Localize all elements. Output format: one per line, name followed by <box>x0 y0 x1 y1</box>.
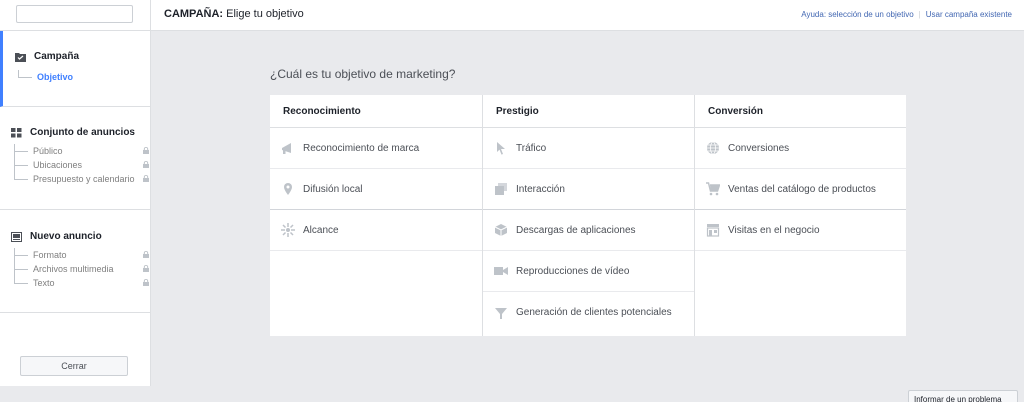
option-label: Interacción <box>516 183 565 195</box>
top-header: CAMPAÑA: Elige tu objetivo Ayuda: selecc… <box>151 0 1024 31</box>
sidebar-item-label: Formato <box>33 250 67 260</box>
option-label: Visitas en el negocio <box>728 224 820 236</box>
option-label: Reproducciones de vídeo <box>516 265 630 277</box>
column-header: Reconocimiento <box>270 95 482 128</box>
lock-icon <box>143 251 149 258</box>
use-existing-campaign-link[interactable]: Usar campaña existente <box>926 10 1012 19</box>
column-header: Conversión <box>695 95 906 128</box>
sidebar-item-texto[interactable]: Texto <box>14 276 149 290</box>
posts-icon <box>495 183 507 195</box>
option-alcance[interactable]: Alcance <box>270 210 482 251</box>
reach-icon <box>281 223 295 237</box>
report-problem-button[interactable]: Informar de un problema <box>908 390 1018 402</box>
option-label: Tráfico <box>516 142 547 154</box>
sidebar-ad-header[interactable]: Nuevo anuncio <box>11 231 150 242</box>
page-title: CAMPAÑA: Elige tu objetivo <box>164 8 304 20</box>
lock-icon <box>143 161 149 168</box>
page-title-bold: CAMPAÑA: <box>164 8 224 20</box>
option-reconocimiento-marca[interactable]: Reconocimiento de marca <box>270 128 482 169</box>
sidebar-item-label: Público <box>33 146 63 156</box>
header-links: Ayuda: selección de un objetivo | Usar cam… <box>801 10 1012 19</box>
funnel-icon <box>495 307 507 319</box>
option-reproducciones-video[interactable]: Reproducciones de vídeo <box>483 251 694 292</box>
sidebar-adset-header[interactable]: Conjunto de anuncios <box>11 127 150 138</box>
option-trafico[interactable]: Tráfico <box>483 128 694 169</box>
link-separator: | <box>918 10 921 19</box>
shopping-cart-icon <box>706 182 720 196</box>
sidebar-item-archivos[interactable]: Archivos multimedia <box>14 262 149 276</box>
sidebar-item-label: Presupuesto y calendario <box>33 174 135 184</box>
globe-icon <box>707 141 719 155</box>
sidebar-item-ubicaciones[interactable]: Ubicaciones <box>14 158 149 172</box>
column-header: Prestigio <box>483 95 694 128</box>
grid-icon <box>11 127 22 137</box>
store-icon <box>706 224 720 237</box>
close-button[interactable]: Cerrar <box>20 356 128 376</box>
option-label: Conversiones <box>728 142 790 154</box>
video-camera-icon <box>494 267 508 275</box>
location-pin-icon <box>284 183 292 195</box>
folder-icon <box>15 52 26 62</box>
objective-grid: Reconocimiento Reconocimiento de marca D… <box>270 95 906 336</box>
sidebar-item-label: Archivos multimedia <box>33 264 114 274</box>
sidebar-section-campaign[interactable]: Campaña Objetivo <box>0 31 150 107</box>
option-label: Reconocimiento de marca <box>303 142 420 154</box>
sidebar-item-presupuesto[interactable]: Presupuesto y calendario <box>14 172 149 186</box>
sidebar-item-publico[interactable]: Público <box>14 144 149 158</box>
option-ventas-catalogo[interactable]: Ventas del catálogo de productos <box>695 169 906 210</box>
option-visitas-negocio[interactable]: Visitas en el negocio <box>695 210 906 251</box>
option-label: Difusión local <box>303 183 363 195</box>
sidebar-search-area <box>0 0 150 31</box>
megaphone-icon <box>282 143 291 154</box>
lock-icon <box>143 175 149 182</box>
option-label: Descargas de aplicaciones <box>516 224 636 236</box>
lock-icon <box>143 147 149 154</box>
column-prestigio: Prestigio Tráfico Interacción Descargas … <box>482 95 694 336</box>
sidebar: Campaña Objetivo Conjunto de anuncios Pú… <box>0 0 151 386</box>
lock-icon <box>143 279 149 286</box>
sidebar-ad-label: Nuevo anuncio <box>30 231 102 242</box>
sidebar-item-formato[interactable]: Formato <box>14 248 149 262</box>
option-label: Alcance <box>303 224 339 236</box>
option-interaccion[interactable]: Interacción <box>483 169 694 210</box>
option-generacion-clientes[interactable]: Generación de clientes potenciales <box>483 292 694 333</box>
cursor-icon <box>497 142 505 155</box>
option-label: Generación de clientes potenciales <box>516 307 672 318</box>
option-difusion-local[interactable]: Difusión local <box>270 169 482 210</box>
sidebar-item-label: Ubicaciones <box>33 160 83 170</box>
column-conversion: Conversión Conversiones Ventas del catál… <box>694 95 906 336</box>
help-link[interactable]: Ayuda: selección de un objetivo <box>801 10 913 19</box>
column-reconocimiento: Reconocimiento Reconocimiento de marca D… <box>270 95 482 336</box>
sidebar-item-objetivo[interactable]: Objetivo <box>18 70 153 84</box>
sidebar-campaign-label: Campaña <box>34 51 80 62</box>
ad-icon <box>11 231 22 242</box>
page-title-rest: Elige tu objetivo <box>223 8 304 20</box>
sidebar-campaign-header[interactable]: Campaña <box>15 51 150 62</box>
option-descargas-aplicaciones[interactable]: Descargas de aplicaciones <box>483 210 694 251</box>
option-label: Ventas del catálogo de productos <box>728 183 876 195</box>
option-conversiones[interactable]: Conversiones <box>695 128 906 169</box>
lock-icon <box>143 265 149 272</box>
sidebar-search-input[interactable] <box>16 5 133 23</box>
sidebar-item-label: Texto <box>33 278 55 288</box>
sidebar-adset-label: Conjunto de anuncios <box>30 127 135 138</box>
box-icon <box>494 224 508 236</box>
sidebar-section-ad: Nuevo anuncio Formato Archivos multimedi… <box>0 210 150 313</box>
objective-question: ¿Cuál es tu objetivo de marketing? <box>270 67 456 81</box>
sidebar-section-adset: Conjunto de anuncios Público Ubicaciones… <box>0 107 150 210</box>
